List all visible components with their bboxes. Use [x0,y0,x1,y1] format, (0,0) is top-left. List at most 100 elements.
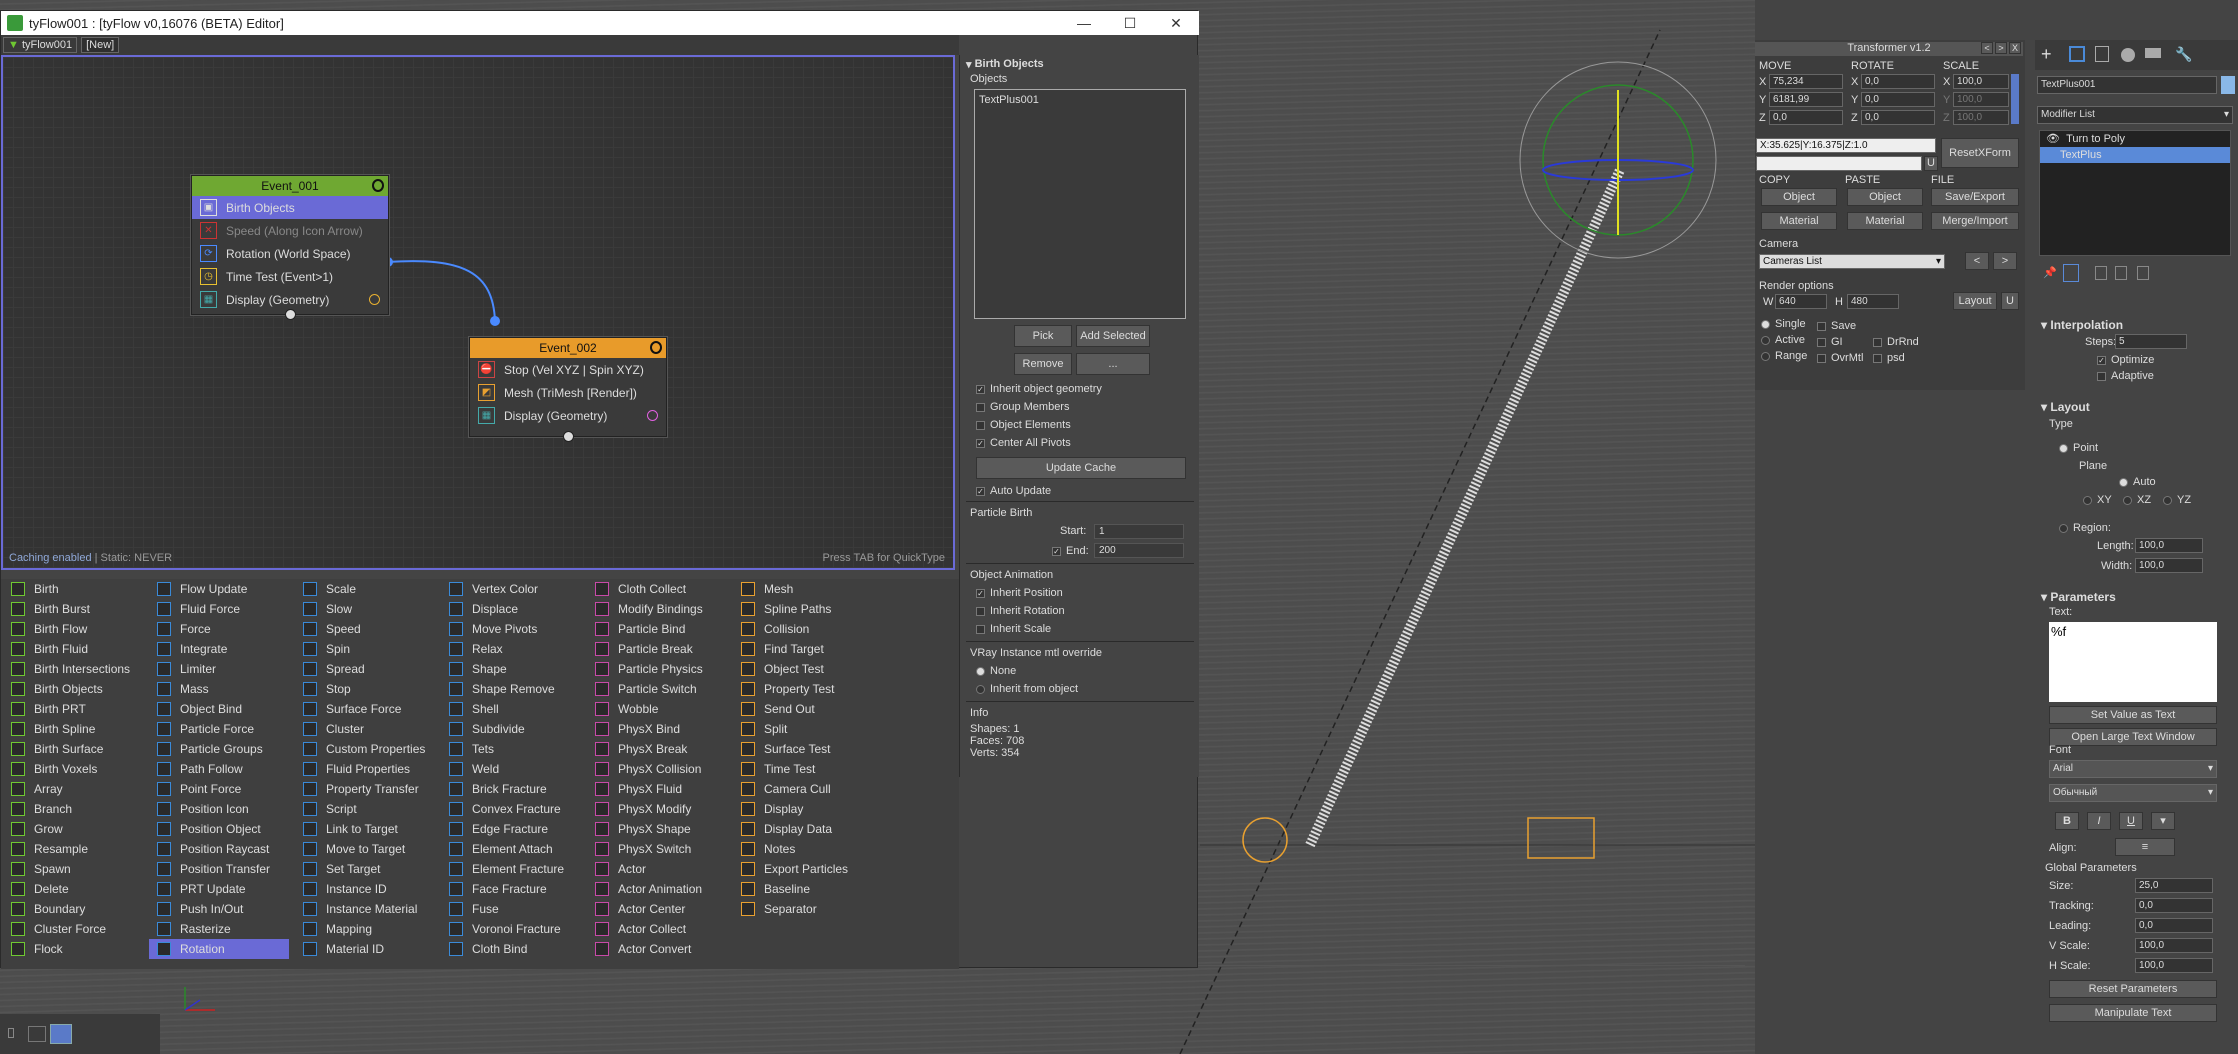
set-value-button[interactable]: Set Value as Text [2049,706,2217,724]
configure-sets-icon[interactable] [2137,266,2149,280]
operator-item[interactable]: Push In/Out [149,899,289,919]
gi-checkbox[interactable]: GI [1817,336,1843,348]
operator-item[interactable]: Element Attach [441,839,581,859]
calculator-icon[interactable] [50,1024,72,1044]
pick-button[interactable]: Pick [1014,325,1072,347]
operator-item[interactable]: Speed [295,619,435,639]
operator-item[interactable]: Relax [441,639,581,659]
move-x-field[interactable]: 75,234 [1769,74,1843,89]
operator-item[interactable]: PhysX Shape [587,819,727,839]
event-002-output-port[interactable] [563,431,574,442]
operator-item[interactable]: Shape Remove [441,679,581,699]
operator-item[interactable]: Send Out [733,699,873,719]
operator-item[interactable]: PhysX Fluid [587,779,727,799]
operator-item[interactable]: Boundary [3,899,143,919]
region-radio[interactable]: Region: [2059,522,2111,534]
psd-checkbox[interactable]: psd [1873,352,1905,364]
operator-item[interactable]: Actor Convert [587,939,727,959]
operator-item[interactable]: Move Pivots [441,619,581,639]
modifier-list-dropdown[interactable]: Modifier List ▾ [2037,106,2233,124]
operator-item[interactable]: Array [3,779,143,799]
save-checkbox[interactable]: Save [1817,320,1856,332]
lightbulb-icon[interactable] [372,179,384,192]
end-spinner[interactable]: 200 [1094,543,1184,558]
operator-item[interactable]: PhysX Modify [587,799,727,819]
steps-spinner[interactable]: 5 [2115,334,2187,349]
operator-item[interactable]: Spawn [3,859,143,879]
operator-item[interactable]: Fuse [441,899,581,919]
inherit-position-checkbox[interactable]: ✓ Inherit Position [976,587,1063,599]
operator-item[interactable]: Separator [733,899,873,919]
pivot-coord-field[interactable]: X:35.625|Y:16.375|Z:1.0 [1756,138,1936,153]
operator-item[interactable]: Shape [441,659,581,679]
inherit-rotation-checkbox[interactable]: Inherit Rotation [976,605,1065,617]
operator-item[interactable]: Stop [295,679,435,699]
pivot-input-field[interactable] [1756,156,1922,171]
operator-item[interactable]: PhysX Break [587,739,727,759]
motion-icon[interactable] [2121,48,2135,62]
operator-item[interactable]: Split [733,719,873,739]
modify-icon[interactable] [2069,46,2085,62]
group-members-checkbox[interactable]: Group Members [976,401,1069,413]
operator-item[interactable]: Notes [733,839,873,859]
object-color-swatch[interactable] [2221,76,2235,94]
align-button[interactable]: ≡ [2115,838,2175,856]
single-radio[interactable]: Single [1761,318,1806,330]
operator-item[interactable]: Mapping [295,919,435,939]
operator-item[interactable]: Instance Material [295,899,435,919]
operator-item[interactable]: Display [733,799,873,819]
parameters-rollout[interactable]: ▾ Parameters [2041,590,2116,604]
operator-item[interactable]: Rasterize [149,919,289,939]
operator-item[interactable]: Birth Flow [3,619,143,639]
scale-z-field[interactable]: 100,0 [1953,110,2009,125]
stack-item-textplus[interactable]: TextPlus [2040,147,2230,163]
operator-item[interactable]: Time Test [733,759,873,779]
operator-item[interactable]: Spread [295,659,435,679]
operator-item[interactable]: Particle Physics [587,659,727,679]
operator-item[interactable]: Actor Center [587,899,727,919]
operator-item[interactable]: Slow [295,599,435,619]
operator-item[interactable]: Birth Fluid [3,639,143,659]
operator-item[interactable]: Birth Burst [3,599,143,619]
font-style-dropdown[interactable]: Обычный ▾ [2049,784,2217,802]
menu-icon[interactable] [8,1028,14,1038]
drrnd-checkbox[interactable]: DrRnd [1873,336,1919,348]
operator-item[interactable]: Limiter [149,659,289,679]
operator-item[interactable]: Fluid Force [149,599,289,619]
operator-item[interactable]: Mass [149,679,289,699]
stack-item-turn-to-poly[interactable]: 👁 Turn to Poly [2040,131,2230,147]
event-001-header[interactable]: Event_001 [192,176,388,196]
rotate-x-field[interactable]: 0,0 [1861,74,1935,89]
transformer-close-button[interactable]: X [2009,42,2021,54]
object-name-field[interactable]: TextPlus001 [2037,76,2217,94]
nav-left-button[interactable]: < [1981,42,1993,54]
end-checkbox[interactable]: ✓ End: [1052,545,1089,557]
update-cache-button[interactable]: Update Cache [976,457,1186,479]
paste-object-button[interactable]: Object [1847,188,1923,206]
operator-item[interactable]: PRT Update [149,879,289,899]
bold-button[interactable]: B [2055,812,2079,830]
vray-none-radio[interactable]: None [976,665,1016,677]
operator-item[interactable]: Birth Voxels [3,759,143,779]
operator-item[interactable]: Grow [3,819,143,839]
operator-item[interactable]: Actor Animation [587,879,727,899]
operator-item[interactable]: Birth PRT [3,699,143,719]
layout-rollout[interactable]: ▾ Layout [2041,400,2090,414]
operator-item[interactable]: Branch [3,799,143,819]
more-button[interactable]: ... [1076,353,1150,375]
operator-item[interactable]: Element Fracture [441,859,581,879]
operator-item[interactable]: Baseline [733,879,873,899]
display-color-swatch[interactable] [647,410,658,421]
save-export-button[interactable]: Save/Export [1931,188,2019,206]
vscale-spinner[interactable]: 100,0 [2135,938,2213,953]
operator-item[interactable]: Export Particles [733,859,873,879]
make-unique-icon[interactable] [2095,266,2107,280]
optimize-checkbox[interactable]: ✓ Optimize [2097,354,2154,366]
operator-item[interactable]: Birth Spline [3,719,143,739]
scale-y-field[interactable]: 100,0 [1953,92,2009,107]
display-color-swatch[interactable] [369,294,380,305]
add-selected-button[interactable]: Add Selected [1076,325,1150,347]
layout-button[interactable]: Layout [1953,292,1997,310]
size-spinner[interactable]: 25,0 [2135,878,2213,893]
text-input[interactable]: %f [2049,622,2217,702]
